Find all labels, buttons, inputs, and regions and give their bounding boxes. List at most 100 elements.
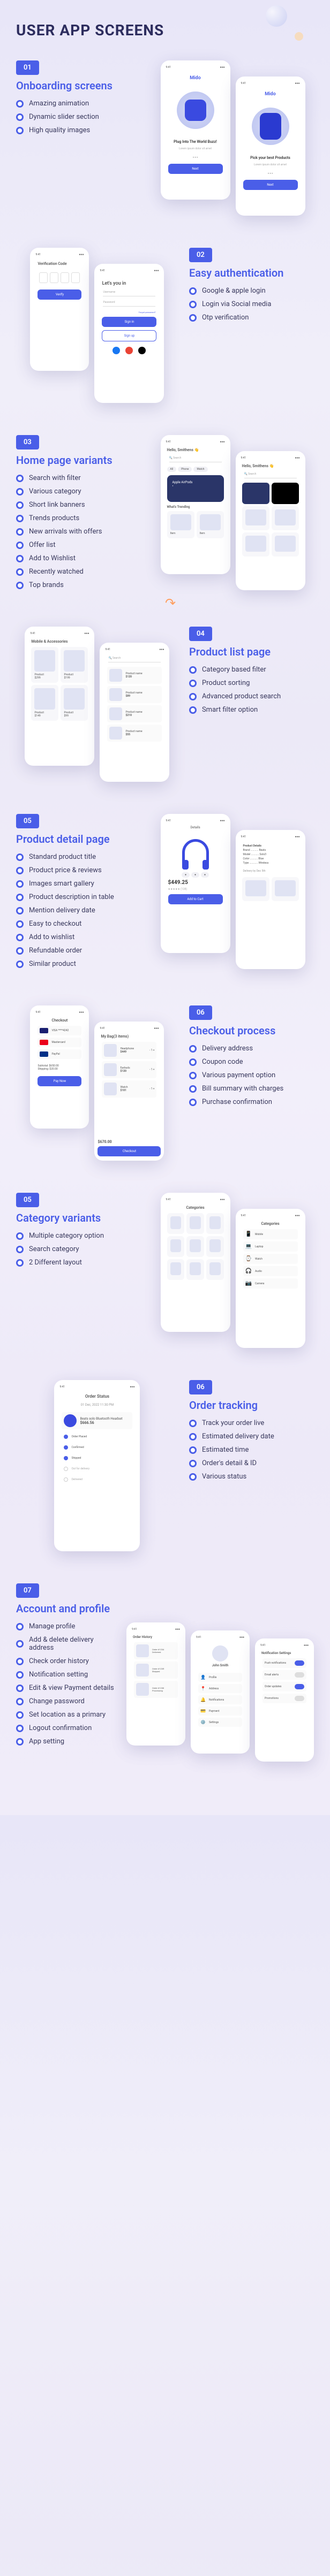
feature-text: Product price & reviews — [29, 866, 102, 874]
category-item[interactable]: 📱Mobile — [243, 1229, 298, 1239]
bullet-icon — [189, 1045, 197, 1053]
feature-text: Add to Wishlist — [29, 554, 76, 562]
feature-text: Trends products — [29, 514, 79, 522]
section-product-detail: 05 Product detail page Standard product … — [0, 803, 330, 995]
next-button[interactable]: Next — [243, 180, 298, 190]
signup-button[interactable]: Sign up — [102, 330, 156, 341]
bullet-icon — [16, 1685, 24, 1692]
section-title: Easy authentication — [189, 266, 314, 279]
feature-text: Set location as a primary — [29, 1711, 106, 1719]
phone-mockup: 9:41●●● Details ●●● $449.25 ★★★★★ (128) … — [161, 814, 230, 953]
bullet-icon — [16, 907, 24, 914]
feature-text: Dynamic slider section — [29, 113, 99, 121]
bullet-icon — [16, 475, 24, 482]
list-item[interactable]: Product name$210 — [107, 705, 162, 722]
feature-text: Standard product title — [29, 853, 96, 861]
phone-mockup: 9:41●●● Mobile & Accessories Product$299… — [25, 627, 94, 766]
checkout-button[interactable]: Checkout — [98, 1146, 161, 1156]
section-title: Product detail page — [16, 833, 141, 845]
signin-button[interactable]: Sign in — [102, 317, 156, 327]
apple-icon[interactable] — [138, 347, 146, 354]
onboard-tagline: Pick your best Products — [239, 156, 302, 160]
greeting: Hello, Smithens 👋 — [167, 448, 224, 452]
trending-label: What's Trending — [167, 505, 224, 509]
feature-text: Add & delete delivery address — [29, 1636, 116, 1652]
phone-mockup: 9:41●●● Checkout VISA ****4242 Mastercar… — [30, 1005, 89, 1129]
category-item[interactable]: 💻Laptop — [243, 1241, 298, 1252]
bullet-icon — [16, 867, 24, 874]
feature-text: Short link banners — [29, 501, 85, 509]
bullet-icon — [189, 1085, 197, 1093]
search-input[interactable]: 🔍 Search — [244, 472, 297, 478]
section-number: 07 — [16, 1583, 39, 1598]
arrow-decoration: ↷ — [165, 596, 176, 611]
google-icon[interactable] — [125, 347, 133, 354]
search-input[interactable]: 🔍 Search — [108, 657, 161, 662]
bullet-icon — [189, 287, 197, 295]
section-number: 06 — [189, 1005, 212, 1020]
bullet-icon — [189, 706, 197, 714]
toggle[interactable] — [295, 1660, 304, 1666]
toggle[interactable] — [295, 1684, 304, 1689]
toggle[interactable] — [295, 1672, 304, 1678]
list-item[interactable]: Product name$89 — [107, 686, 162, 703]
order-status-title: Order Status — [62, 1394, 132, 1399]
feature-text: Edit & view Payment details — [29, 1684, 114, 1692]
verify-button[interactable]: Verify — [38, 289, 81, 300]
menu-item[interactable]: 🔔Notifications — [198, 1695, 242, 1704]
phone-mockup: 9:41●●● Let's you in Username Password F… — [94, 264, 164, 403]
feature-text: App setting — [29, 1737, 64, 1746]
next-button[interactable]: Next — [168, 164, 223, 174]
checkout-title: Checkout — [36, 1018, 82, 1023]
facebook-icon[interactable] — [112, 347, 120, 354]
list-item[interactable]: Product name$55 — [107, 725, 162, 742]
feature-text: Advanced product search — [202, 692, 281, 700]
cart-item[interactable]: Earbuds$120- 1 + — [102, 1061, 156, 1078]
phone-mockup: 9:41●●● Verification Code Verify — [30, 248, 89, 371]
pay-button[interactable]: Pay Now — [38, 1076, 81, 1086]
feature-text: Refundable order — [29, 947, 82, 955]
avatar — [212, 1645, 228, 1662]
feature-text: High quality images — [29, 126, 90, 134]
cart-item[interactable]: Headphone$449- 1 + — [102, 1042, 156, 1059]
watch-icon — [260, 113, 281, 140]
category-item[interactable]: 🎧Audio — [243, 1266, 298, 1276]
section-number: 03 — [16, 435, 39, 449]
bullet-icon — [189, 1473, 197, 1481]
category-item[interactable]: 📷Camera — [243, 1278, 298, 1289]
toggle[interactable] — [295, 1696, 304, 1701]
feature-text: Delivery address — [202, 1045, 253, 1053]
phone-mockup: 9:41●●● Hello, Smithens 👋 🔍 Search — [236, 451, 305, 590]
section-title: Product list page — [189, 645, 314, 658]
feature-text: Estimated delivery date — [202, 1432, 274, 1441]
list-item[interactable]: Product name$120 — [107, 667, 162, 684]
order-date: 01 Dec, 2022 11:30 PM — [57, 1403, 137, 1407]
bullet-icon — [16, 961, 24, 968]
cart-item[interactable]: Watch$101- 1 + — [102, 1080, 156, 1098]
product-price: $449.25 — [168, 880, 223, 886]
bullet-icon — [189, 1460, 197, 1467]
feature-text: Logout confirmation — [29, 1724, 92, 1732]
bullet-icon — [16, 853, 24, 861]
order-product: Beats solo Bluetooth Headset — [80, 1417, 130, 1421]
feature-text: Otp verification — [202, 314, 249, 322]
menu-item[interactable]: 👤Profile — [198, 1673, 242, 1682]
bullet-icon — [16, 113, 24, 121]
bullet-icon — [16, 947, 24, 955]
promo-banner[interactable]: Apple AirPods• — [167, 475, 224, 502]
bullet-icon — [189, 1058, 197, 1066]
search-input[interactable]: 🔍 Search — [169, 456, 222, 462]
bullet-icon — [16, 1698, 24, 1705]
bullet-icon — [189, 693, 197, 700]
menu-item[interactable]: 💳Payment — [198, 1706, 242, 1716]
menu-item[interactable]: 📍Address — [198, 1684, 242, 1693]
feature-text: Manage profile — [29, 1622, 75, 1630]
category-item[interactable]: ⌚Watch — [243, 1254, 298, 1264]
menu-item[interactable]: ⚙️Settings — [198, 1718, 242, 1727]
section-home: 03 Home page variants Search with filter… — [0, 424, 330, 616]
section-account: 07 Account and profile Manage profile Ad… — [0, 1573, 330, 1783]
bullet-icon — [16, 100, 24, 108]
headphones-icon — [182, 839, 209, 863]
add-cart-button[interactable]: Add to Cart — [168, 894, 223, 904]
feature-text: Product sorting — [202, 679, 250, 687]
